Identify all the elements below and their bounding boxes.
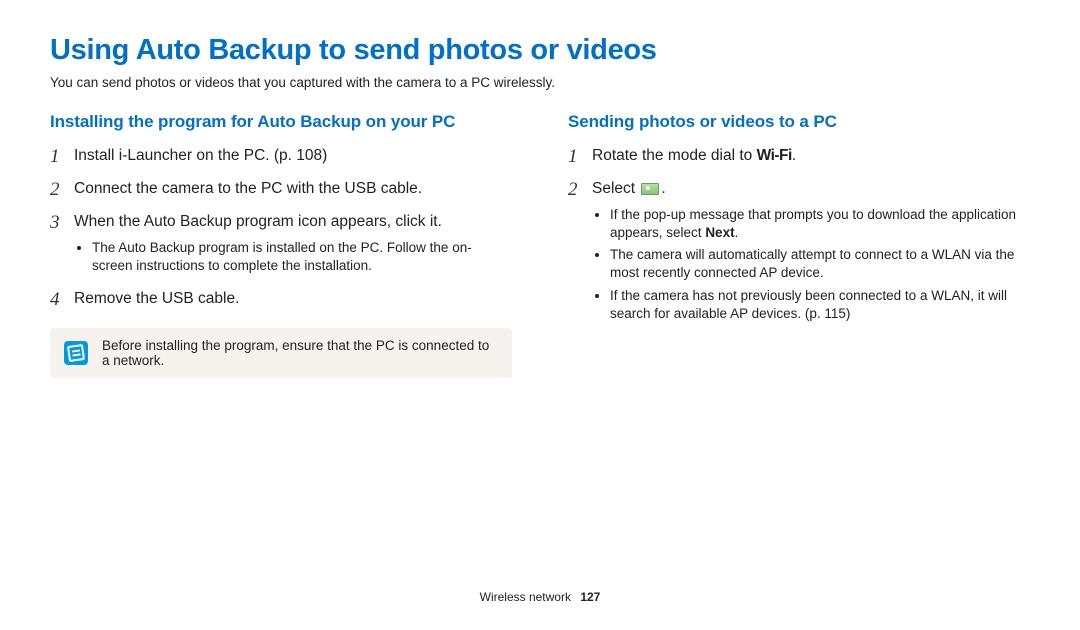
step-prefix: Select <box>592 180 639 197</box>
wifi-label: Wi-Fi <box>757 147 792 164</box>
step-body: Rotate the mode dial to Wi-Fi. <box>592 146 796 169</box>
step-bullet: The Auto Backup program is installed on … <box>92 239 512 275</box>
step-body: Select . If the pop-up message that prom… <box>592 179 1030 327</box>
pc-backup-icon <box>641 183 659 195</box>
step-body: Remove the USB cable. <box>74 289 239 312</box>
step-prefix: Rotate the mode dial to <box>592 147 757 164</box>
step-number: 4 <box>50 289 74 312</box>
step-number: 1 <box>50 146 74 169</box>
step-bullet: If the pop-up message that prompts you t… <box>610 206 1030 242</box>
note-box: Before installing the program, ensure th… <box>50 328 512 378</box>
step-body: When the Auto Backup program icon appear… <box>74 212 512 279</box>
step-item: 1 Install i-Launcher on the PC. (p. 108) <box>50 146 512 169</box>
right-column: Sending photos or videos to a PC 1 Rotat… <box>568 112 1030 378</box>
right-heading: Sending photos or videos to a PC <box>568 112 1030 132</box>
left-steps: 1 Install i-Launcher on the PC. (p. 108)… <box>50 146 512 312</box>
step-body: Connect the camera to the PC with the US… <box>74 179 422 202</box>
step-bullet: The camera will automatically attempt to… <box>610 246 1030 282</box>
step-item: 4 Remove the USB cable. <box>50 289 512 312</box>
step-number: 2 <box>568 179 592 327</box>
step-suffix: . <box>792 147 796 164</box>
footer-page-number: 127 <box>580 590 600 604</box>
step-bullet: If the camera has not previously been co… <box>610 287 1030 323</box>
page-title: Using Auto Backup to send photos or vide… <box>50 34 1030 67</box>
step-item: 1 Rotate the mode dial to Wi-Fi. <box>568 146 1030 169</box>
left-column: Installing the program for Auto Backup o… <box>50 112 512 378</box>
note-text: Before installing the program, ensure th… <box>102 338 498 368</box>
step-text: When the Auto Backup program icon appear… <box>74 213 442 230</box>
left-heading: Installing the program for Auto Backup o… <box>50 112 512 132</box>
step-item: 3 When the Auto Backup program icon appe… <box>50 212 512 279</box>
step-body: Install i-Launcher on the PC. (p. 108) <box>74 146 327 169</box>
intro-text: You can send photos or videos that you c… <box>50 75 1030 90</box>
step-item: 2 Select . If the pop-up message that pr… <box>568 179 1030 327</box>
step-item: 2 Connect the camera to the PC with the … <box>50 179 512 202</box>
step-number: 2 <box>50 179 74 202</box>
right-steps: 1 Rotate the mode dial to Wi-Fi. 2 Selec… <box>568 146 1030 327</box>
step-number: 1 <box>568 146 592 169</box>
step-number: 3 <box>50 212 74 279</box>
footer-section: Wireless network <box>480 590 571 604</box>
step-suffix: . <box>661 180 665 197</box>
content-columns: Installing the program for Auto Backup o… <box>50 112 1030 378</box>
page-footer: Wireless network 127 <box>0 590 1080 604</box>
note-icon <box>64 341 88 365</box>
